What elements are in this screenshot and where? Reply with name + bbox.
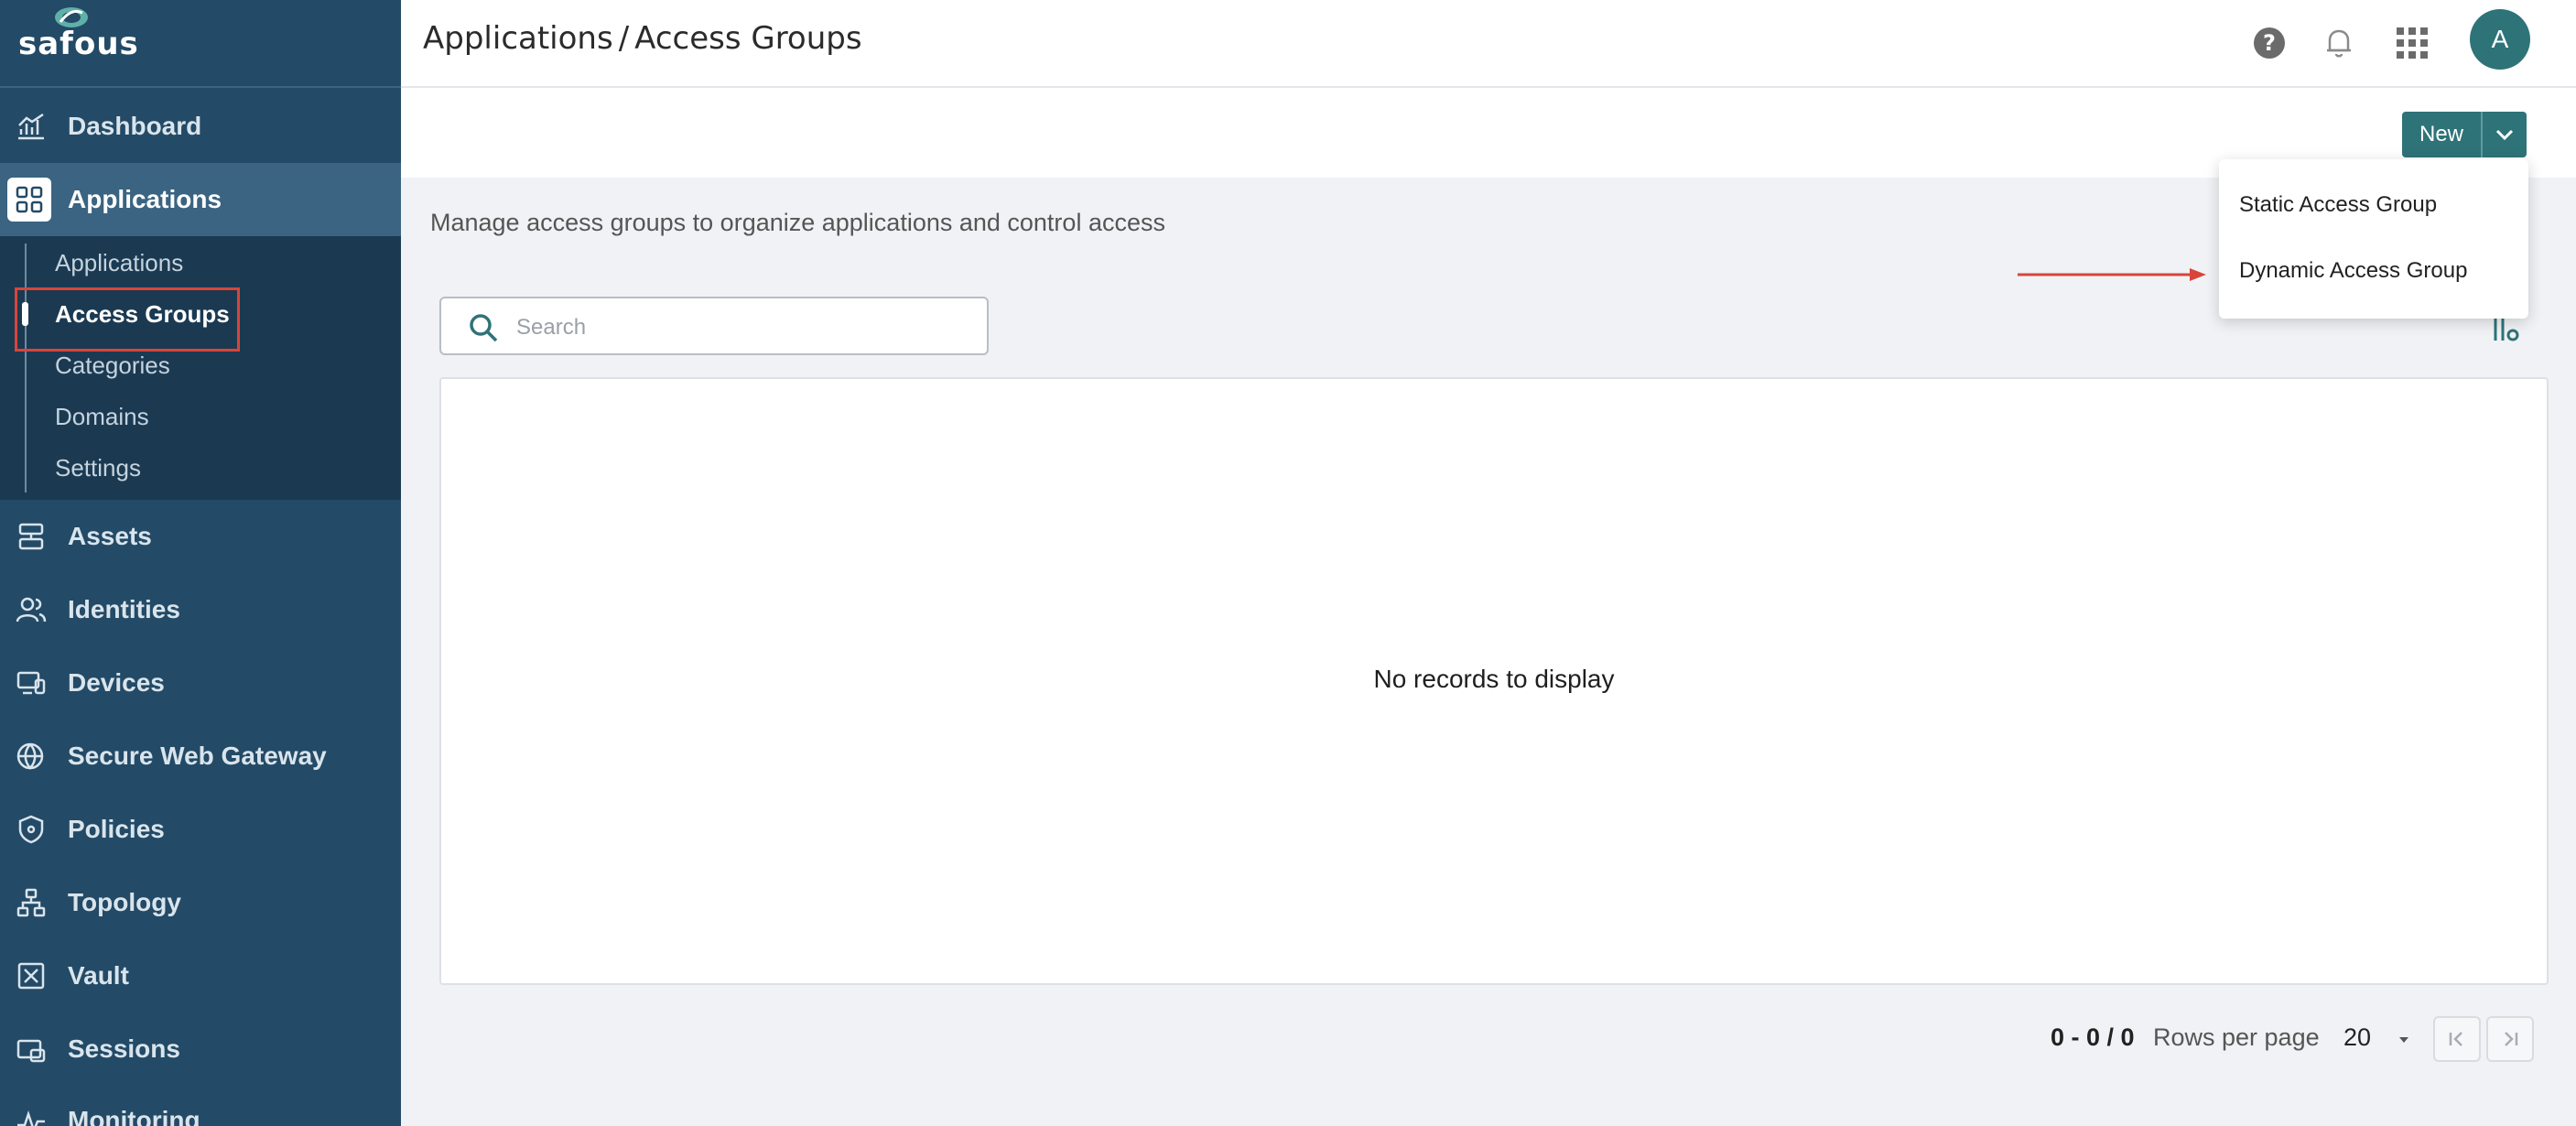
nav-monitoring[interactable]: Monitoring bbox=[0, 1084, 401, 1126]
topology-icon bbox=[13, 884, 49, 921]
nav-label: Identities bbox=[68, 595, 180, 623]
sidebar: safous Dashboard Applications Applicatio… bbox=[0, 0, 401, 1126]
nav-devices[interactable]: Devices bbox=[0, 646, 401, 720]
svg-text:?: ? bbox=[2263, 30, 2276, 56]
nav-assets[interactable]: Assets bbox=[0, 500, 401, 573]
nav-label: Vault bbox=[68, 961, 129, 990]
caret-down-icon[interactable] bbox=[2395, 1031, 2413, 1049]
rows-per-page-select[interactable]: 20 bbox=[2343, 1023, 2371, 1052]
nav-topology[interactable]: Topology bbox=[0, 866, 401, 939]
chart-icon bbox=[13, 108, 49, 145]
nav-applications[interactable]: Applications bbox=[0, 163, 401, 236]
logo-wordmark: safous bbox=[18, 26, 139, 62]
avatar[interactable]: A bbox=[2470, 9, 2530, 70]
nav-policies[interactable]: Policies bbox=[0, 793, 401, 866]
logo[interactable]: safous bbox=[0, 0, 401, 88]
subnav-item-domains[interactable]: Domains bbox=[55, 403, 149, 431]
menu-item-dynamic-access-group[interactable]: Dynamic Access Group bbox=[2239, 258, 2467, 284]
page-description: Manage access groups to organize applica… bbox=[430, 209, 1165, 236]
nav-label: Devices bbox=[68, 668, 165, 697]
breadcrumb-parent[interactable]: Applications bbox=[423, 20, 613, 57]
sessions-icon bbox=[13, 1031, 49, 1067]
rows-per-page-label: Rows per page bbox=[2153, 1023, 2320, 1051]
nav-label: Dashboard bbox=[68, 112, 202, 140]
new-dropdown-toggle[interactable] bbox=[2483, 112, 2527, 157]
subnav-item-applications[interactable]: Applications bbox=[55, 249, 183, 277]
annotation-highlight-box bbox=[15, 287, 240, 352]
nav-label: Policies bbox=[68, 815, 165, 843]
search-icon bbox=[470, 314, 498, 342]
bell-icon[interactable] bbox=[2314, 18, 2364, 68]
menu-item-static-access-group[interactable]: Static Access Group bbox=[2239, 192, 2437, 218]
devices-icon bbox=[13, 665, 49, 701]
nav-vault[interactable]: Vault bbox=[0, 939, 401, 1012]
search-box bbox=[439, 297, 989, 355]
search-input[interactable] bbox=[516, 309, 974, 346]
nav-label: Topology bbox=[68, 888, 181, 916]
empty-state-message: No records to display bbox=[1373, 665, 1615, 693]
server-icon bbox=[13, 518, 49, 555]
new-dropdown-menu: Static Access Group Dynamic Access Group bbox=[2219, 159, 2528, 319]
last-page-button[interactable] bbox=[2486, 1016, 2534, 1062]
nav-label: Applications bbox=[68, 185, 222, 213]
first-page-icon bbox=[2449, 1032, 2462, 1046]
shield-icon bbox=[13, 811, 49, 848]
new-split-button: New bbox=[2402, 112, 2527, 157]
nav-label: Secure Web Gateway bbox=[68, 742, 327, 770]
last-page-icon bbox=[2505, 1032, 2518, 1046]
subnav-item-categories[interactable]: Categories bbox=[55, 352, 170, 380]
nav-identities[interactable]: Identities bbox=[0, 573, 401, 646]
globe-icon bbox=[13, 738, 49, 774]
nav-dashboard[interactable]: Dashboard bbox=[0, 90, 401, 163]
nav-label: Sessions bbox=[68, 1034, 180, 1063]
chevron-down-icon bbox=[2495, 129, 2514, 141]
users-icon bbox=[13, 591, 49, 628]
applications-subnav: Applications Access Groups Categories Do… bbox=[0, 236, 401, 500]
apps-grid-icon[interactable] bbox=[2387, 18, 2437, 68]
nav-label: Monitoring bbox=[68, 1106, 200, 1126]
new-button[interactable]: New bbox=[2402, 112, 2483, 157]
first-page-button[interactable] bbox=[2433, 1016, 2481, 1062]
breadcrumb: Applications / Access Groups bbox=[423, 20, 862, 57]
vault-icon bbox=[13, 958, 49, 994]
subnav-rail bbox=[25, 244, 27, 493]
breadcrumb-separator: / bbox=[618, 20, 630, 57]
access-groups-table: No records to display bbox=[439, 377, 2549, 985]
annotation-arrow bbox=[2018, 268, 2206, 281]
subnav-item-settings[interactable]: Settings bbox=[55, 454, 141, 482]
grid-icon bbox=[7, 178, 51, 222]
breadcrumb-current: Access Groups bbox=[634, 20, 862, 57]
pagination-range: 0 - 0 / 0 bbox=[2051, 1023, 2135, 1051]
pulse-icon bbox=[13, 1102, 49, 1126]
nav-secure-web-gateway[interactable]: Secure Web Gateway bbox=[0, 720, 401, 793]
nav-label: Assets bbox=[68, 522, 152, 550]
nav-sessions[interactable]: Sessions bbox=[0, 1012, 401, 1086]
help-icon[interactable]: ? bbox=[2245, 18, 2294, 68]
